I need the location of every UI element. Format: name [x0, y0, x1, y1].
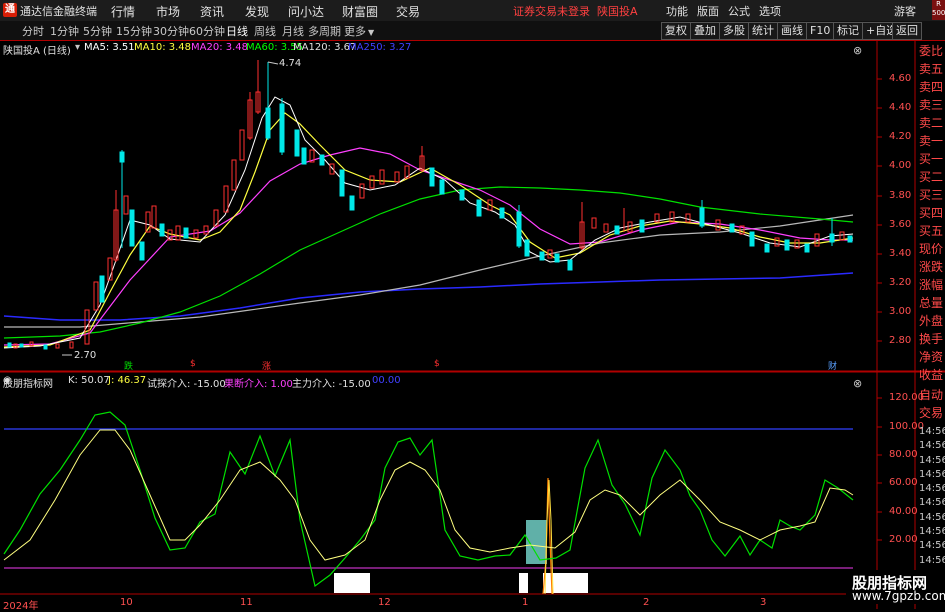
quote-label: 净资	[919, 350, 944, 364]
indicator-test: 试探介入: -15.00	[147, 379, 226, 390]
ma20-label: MA20: 3.48	[191, 42, 249, 53]
indicator-tick: 60.00	[889, 477, 918, 488]
price-tick: 3.80	[889, 190, 912, 201]
ma10-label: MA10: 3.48	[134, 42, 192, 53]
quote-label: 涨跌	[919, 260, 944, 274]
quote-label: 现价	[919, 242, 944, 256]
signal-dollar: $	[434, 359, 440, 369]
tick-time: 14:56	[919, 511, 945, 523]
auto-label[interactable]: 自动	[917, 386, 945, 404]
indicator-k: K: 50.07	[68, 375, 110, 386]
indicator-tick: 80.00	[889, 449, 918, 460]
signal-finance: 财	[828, 362, 838, 372]
tick-time: 14:56	[919, 440, 945, 452]
quote-label: 委比	[919, 44, 944, 58]
ma5-label: MA5: 3.51	[84, 42, 135, 53]
stock-title: 陕国投A (日线)	[3, 46, 71, 57]
indicator-tick: 40.00	[889, 506, 918, 517]
signal-up: 涨	[262, 362, 272, 372]
indicator-j: J: 46.37	[108, 375, 147, 386]
date-tick: 12	[378, 597, 391, 608]
indicator-tick: 20.00	[889, 534, 918, 545]
price-tick: 3.40	[889, 248, 912, 259]
watermark: 股朋指标网 www.7gpzb.com	[846, 570, 945, 604]
indicator-block	[519, 573, 528, 593]
date-tick: 10	[120, 597, 133, 608]
tick-time: 14:56	[919, 483, 945, 495]
quote-label: 外盘	[919, 314, 944, 328]
quote-label: 买二	[919, 170, 944, 184]
low-annotation: 2.70	[74, 350, 97, 361]
price-tick: 4.00	[889, 160, 912, 171]
trade-label[interactable]: 交易	[917, 404, 945, 422]
date-tick: 1	[522, 597, 529, 608]
date-tick: 2024年	[3, 601, 39, 612]
quote-label: 卖二	[919, 116, 944, 130]
price-tick: 4.20	[889, 131, 912, 142]
ma250-label: MA250: 3.27	[348, 42, 412, 53]
price-tick: 4.40	[889, 102, 912, 113]
quote-label: 卖一	[919, 134, 944, 148]
tick-time: 14:56	[919, 426, 945, 437]
quote-label: 买三	[919, 188, 944, 202]
quote-label: 换手	[919, 332, 944, 346]
tick-time: 14:56	[919, 454, 945, 466]
signal-down: 跌	[124, 362, 134, 372]
close-indicator-icon[interactable]: ⊗	[853, 377, 862, 390]
price-tick: 3.20	[889, 277, 912, 288]
date-tick: 11	[240, 597, 253, 608]
kline-chart[interactable]	[0, 0, 945, 609]
indicator-block	[543, 573, 588, 593]
signal-dollar: $	[190, 359, 196, 369]
indicator-main: 主力介入: -15.00	[292, 379, 371, 390]
price-tick: 3.60	[889, 219, 912, 230]
candlesticks	[7, 60, 853, 350]
price-tick: 4.60	[889, 73, 912, 84]
close-icon[interactable]: ⊗	[853, 44, 862, 57]
date-tick: 3	[760, 597, 767, 608]
high-annotation: 4.74	[279, 58, 302, 69]
tick-time: 14:56	[919, 468, 945, 480]
quote-label: 卖五	[919, 62, 944, 76]
quote-label: 卖三	[919, 98, 944, 112]
ma250-line	[3, 272, 854, 321]
quote-panel: 委比 卖五 卖四 卖三 卖二 卖一 买一 买二 买三 买四 买五 现价 涨跌 涨…	[917, 42, 945, 422]
quote-label: 买一	[919, 152, 944, 166]
tick-time-list: 14:56 14:56 14:56 14:56 14:56 14:56 14:5…	[917, 425, 945, 568]
indicator-k-line	[3, 411, 854, 588]
tick-time: 14:56	[919, 554, 945, 566]
quote-label: 涨幅	[919, 278, 944, 292]
tick-time: 14:56	[919, 540, 945, 552]
indicator-j-line	[3, 429, 854, 561]
quote-label: 买四	[919, 206, 944, 220]
quote-label: 收益	[919, 368, 944, 382]
price-tick: 3.00	[889, 306, 912, 317]
auto-trade-panel[interactable]: 自动 交易	[917, 386, 945, 422]
tick-time: 14:56	[919, 497, 945, 509]
indicator-blue: 00.00	[372, 375, 401, 386]
quote-label: 卖四	[919, 80, 944, 94]
indicator-decisive: 果断介入: 1.00	[224, 379, 293, 390]
quote-label: 买五	[919, 224, 944, 238]
ma120-label: MA120: 3.67	[293, 42, 357, 53]
indicator-block	[334, 573, 370, 593]
watermark-url: www.7gpzb.com	[852, 589, 945, 603]
price-tick: 2.80	[889, 335, 912, 346]
tick-time: 14:56	[919, 526, 945, 538]
date-tick: 2	[643, 597, 650, 608]
quote-label: 总量	[919, 296, 944, 310]
legend-dropdown-icon[interactable]: ▾	[75, 42, 80, 53]
